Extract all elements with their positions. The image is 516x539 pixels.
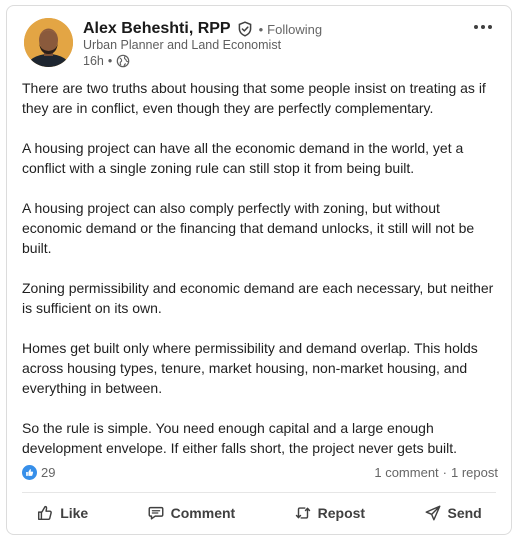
comment-icon <box>148 506 164 520</box>
more-options-button[interactable] <box>469 16 497 38</box>
post-paragraph: So the rule is simple. You need enough c… <box>22 420 458 456</box>
following-status: Following <box>267 21 323 37</box>
author-headline: Urban Planner and Land Economist <box>83 38 282 52</box>
engagement-counts: 1 comment · 1 repost <box>374 465 498 480</box>
post-paragraph: There are two truths about housing that … <box>22 80 486 116</box>
avatar-image <box>24 18 73 67</box>
separator-dot: · <box>442 464 448 480</box>
send-button[interactable]: Send <box>416 498 490 528</box>
send-label: Send <box>447 505 482 521</box>
post-time: 16h <box>83 54 104 68</box>
post-card: Alex Beheshti, RPP • Following Urban Pla… <box>6 5 512 535</box>
comment-button[interactable]: Comment <box>139 498 244 528</box>
more-dot <box>488 25 492 29</box>
comment-label: Comment <box>170 505 236 521</box>
like-reaction-icon <box>22 464 37 480</box>
more-dot <box>474 25 478 29</box>
post-paragraph: Homes get built only where permissibilit… <box>22 340 478 396</box>
verified-shield-icon <box>238 21 251 37</box>
comment-count-link[interactable]: 1 comment <box>374 465 438 480</box>
author-name[interactable]: Alex Beheshti, RPP <box>83 20 231 38</box>
action-bar: Like Comment Repost Send <box>7 498 511 528</box>
post-paragraph: A housing project can also comply perfec… <box>22 200 475 256</box>
globe-icon <box>116 54 130 68</box>
like-button[interactable]: Like <box>28 498 96 528</box>
post-meta: 16h • <box>83 53 130 69</box>
reactions-summary[interactable]: 29 <box>22 464 56 480</box>
post-body: There are two truths about housing that … <box>22 78 502 478</box>
repost-icon <box>295 507 310 519</box>
separator-dot: • <box>107 54 113 68</box>
more-dot <box>481 25 485 29</box>
send-icon <box>425 505 440 521</box>
reaction-count: 29 <box>41 464 56 480</box>
repost-label: Repost <box>317 505 366 521</box>
author-row: Alex Beheshti, RPP • Following <box>83 18 322 40</box>
thumbs-up-icon <box>38 505 53 521</box>
divider <box>22 492 496 493</box>
avatar[interactable] <box>24 18 73 67</box>
separator-dot: • <box>258 21 264 37</box>
like-label: Like <box>60 505 89 521</box>
repost-button[interactable]: Repost <box>286 498 373 528</box>
post-paragraph: Zoning permissibility and economic deman… <box>22 280 494 316</box>
post-paragraph: A housing project can have all the econo… <box>22 140 464 176</box>
repost-count-link[interactable]: 1 repost <box>451 465 498 480</box>
social-counts: 29 1 comment · 1 repost <box>22 463 498 481</box>
